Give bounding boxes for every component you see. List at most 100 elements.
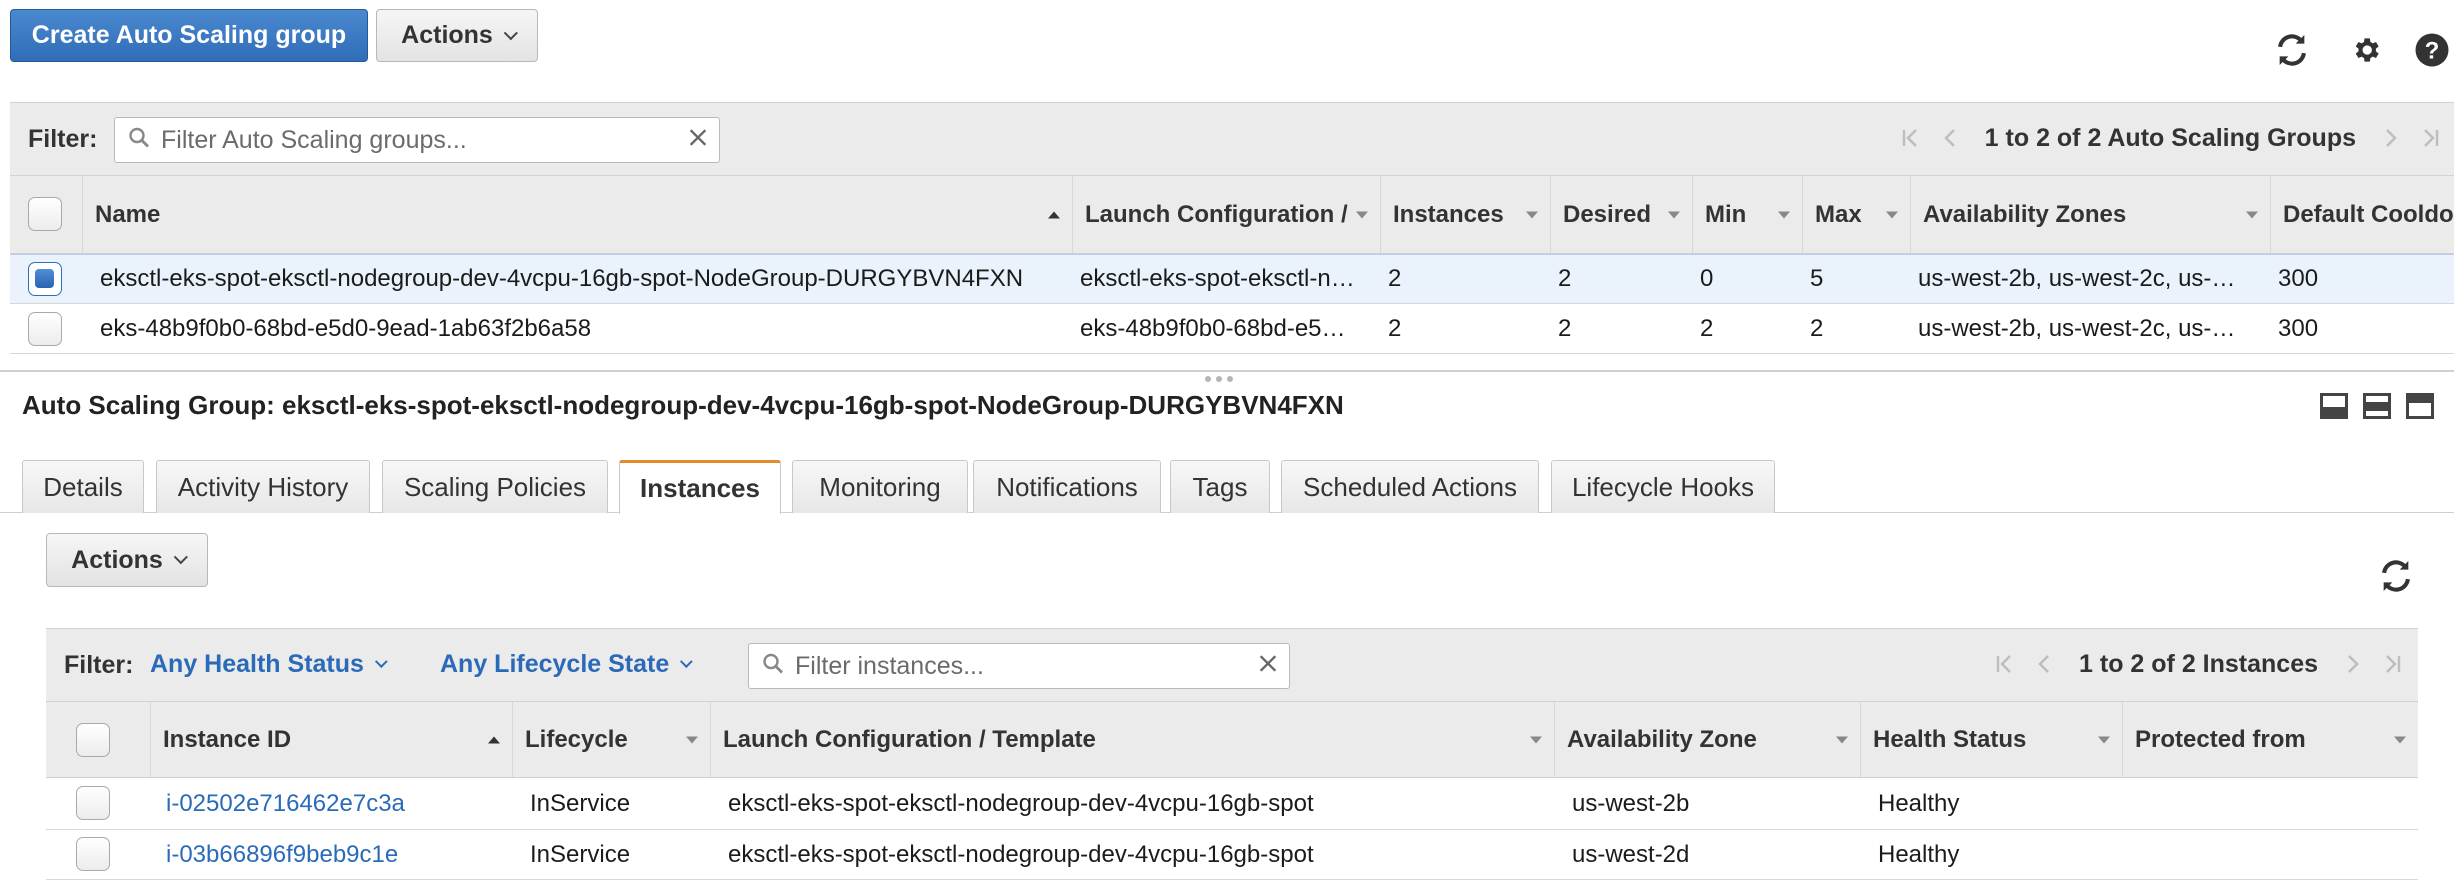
instance-filter-bar: Filter: Any Health Status Any Lifecycle …	[46, 628, 2418, 702]
tab-tags[interactable]: Tags	[1170, 460, 1270, 513]
launch-config-cell: eksctl-eks-spot-eksctl-n…	[1080, 265, 1355, 292]
chevron-down-icon	[374, 655, 388, 669]
clear-search-icon[interactable]	[1257, 653, 1279, 680]
column-header-max[interactable]: Max	[1802, 176, 1910, 253]
sort-icon	[1886, 211, 1898, 218]
column-header-availability-zone[interactable]: Availability Zone	[1554, 702, 1860, 777]
next-page-icon[interactable]	[2376, 123, 2406, 153]
tab-activity-history[interactable]: Activity History	[156, 460, 370, 513]
sort-icon	[1530, 736, 1542, 743]
desired-cell: 2	[1558, 314, 1572, 342]
instance-pager: 1 to 2 of 2 Instances	[1989, 649, 2408, 679]
first-page-icon[interactable]	[1989, 649, 2019, 679]
sort-icon	[1668, 211, 1680, 218]
lifecycle-state-dropdown[interactable]: Any Lifecycle State	[440, 650, 693, 679]
row-checkbox[interactable]	[76, 786, 110, 820]
instance-id-link[interactable]: i-03b66896f9beb9c1e	[166, 830, 506, 879]
tab-scaling-policies[interactable]: Scaling Policies	[382, 460, 608, 513]
row-checkbox[interactable]	[76, 837, 110, 871]
search-icon	[127, 126, 151, 155]
column-header-launch-template[interactable]: Launch Configuration / Template	[710, 702, 1554, 777]
tab-monitoring[interactable]: Monitoring	[792, 460, 968, 513]
desired-cell: 2	[1558, 265, 1572, 292]
layout-bottom-icon[interactable]	[2320, 393, 2348, 419]
tab-notifications[interactable]: Notifications	[973, 460, 1161, 513]
chevron-down-icon	[680, 655, 693, 669]
layout-top-icon[interactable]	[2406, 393, 2434, 419]
launch-template-cell: eksctl-eks-spot-eksctl-nodegroup-dev-4vc…	[728, 789, 1314, 817]
help-icon[interactable]: ?	[2412, 30, 2452, 70]
row-checkbox[interactable]	[28, 312, 62, 346]
min-cell: 2	[1700, 314, 1714, 342]
sort-asc-icon	[488, 736, 500, 743]
last-page-icon[interactable]	[2378, 649, 2408, 679]
asg-pager: 1 to 2 of 2 Auto Scaling Groups	[1895, 123, 2446, 153]
protected-from-cell	[2140, 830, 2410, 879]
clear-search-icon[interactable]	[687, 127, 709, 154]
actions-button-label: Actions	[401, 21, 493, 49]
instances-cell: 2	[1388, 314, 1402, 342]
select-all-instances-checkbox[interactable]	[76, 723, 110, 757]
availability-zone-cell: us-west-2d	[1572, 840, 1690, 868]
table-row[interactable]: eks-48b9f0b0-68bd-e5d0-9ead-1ab63f2b6a58…	[10, 304, 2454, 354]
splitter-handle[interactable]	[1205, 376, 1233, 382]
last-page-icon[interactable]	[2416, 123, 2446, 153]
zones-cell: us-west-2b, us-west-2c, us-…	[1918, 265, 2236, 292]
refresh-icon[interactable]	[2272, 30, 2312, 70]
column-header-availability-zones[interactable]: Availability Zones	[1910, 176, 2270, 253]
prev-page-icon[interactable]	[1935, 123, 1965, 153]
sort-icon	[2394, 736, 2406, 743]
detail-pane-title: Auto Scaling Group: eksctl-eks-spot-eksc…	[22, 390, 1344, 420]
asg-name-cell: eksctl-eks-spot-eksctl-nodegroup-dev-4vc…	[100, 265, 1024, 292]
layout-middle-icon[interactable]	[2363, 393, 2391, 419]
table-row[interactable]: i-03b66896f9beb9c1e InService eksctl-eks…	[46, 830, 2418, 880]
sort-icon	[1778, 211, 1790, 218]
column-header-name[interactable]: Name	[82, 176, 1072, 253]
instance-id-link[interactable]: i-02502e716462e7c3a	[166, 778, 506, 829]
launch-config-cell: eks-48b9f0b0-68bd-e5…	[1080, 314, 1346, 342]
actions-dropdown-button[interactable]: Actions	[376, 9, 538, 62]
column-header-instance-id[interactable]: Instance ID	[150, 702, 512, 777]
column-header-protected-from[interactable]: Protected from	[2122, 702, 2418, 777]
asg-pager-text: 1 to 2 of 2 Auto Scaling Groups	[1984, 123, 2356, 152]
column-header-desired[interactable]: Desired	[1550, 176, 1692, 253]
column-header-default-cooldown[interactable]: Default Cooldo	[2270, 176, 2454, 253]
tab-instances[interactable]: Instances	[619, 460, 781, 514]
prev-page-icon[interactable]	[2029, 649, 2059, 679]
search-icon	[761, 652, 785, 681]
min-cell: 0	[1700, 265, 1714, 292]
column-header-launch-config[interactable]: Launch Configuration /	[1072, 176, 1380, 253]
max-cell: 5	[1810, 265, 1824, 292]
tab-details[interactable]: Details	[22, 460, 144, 513]
select-all-checkbox[interactable]	[28, 197, 62, 231]
asg-filter-label: Filter:	[28, 125, 98, 153]
instance-actions-dropdown-button[interactable]: Actions	[46, 533, 208, 587]
pane-divider[interactable]	[0, 370, 2454, 372]
asg-name-cell: eks-48b9f0b0-68bd-e5d0-9ead-1ab63f2b6a58	[100, 314, 592, 342]
svg-text:?: ?	[2425, 37, 2440, 64]
instance-search-input[interactable]	[795, 644, 1227, 688]
first-page-icon[interactable]	[1895, 123, 1925, 153]
tab-lifecycle-hooks[interactable]: Lifecycle Hooks	[1551, 460, 1775, 513]
column-header-health-status[interactable]: Health Status	[1860, 702, 2122, 777]
column-header-min[interactable]: Min	[1692, 176, 1802, 253]
table-row[interactable]: i-02502e716462e7c3a InService eksctl-eks…	[46, 778, 2418, 830]
gear-icon[interactable]	[2346, 30, 2386, 70]
column-header-lifecycle[interactable]: Lifecycle	[512, 702, 710, 777]
next-page-icon[interactable]	[2338, 649, 2368, 679]
create-auto-scaling-group-button[interactable]: Create Auto Scaling group	[10, 9, 368, 62]
refresh-instances-icon[interactable]	[2376, 556, 2416, 596]
asg-search-input[interactable]	[161, 118, 645, 162]
sort-icon	[686, 736, 698, 743]
health-status-dropdown[interactable]: Any Health Status	[150, 650, 388, 679]
column-header-instances[interactable]: Instances	[1380, 176, 1550, 253]
asg-table-header: Name Launch Configuration / Instances De…	[10, 176, 2454, 254]
table-row[interactable]: eksctl-eks-spot-eksctl-nodegroup-dev-4vc…	[10, 254, 2454, 304]
tab-scheduled-actions[interactable]: Scheduled Actions	[1281, 460, 1539, 513]
availability-zone-cell: us-west-2b	[1572, 789, 1690, 817]
row-checkbox[interactable]	[28, 262, 62, 296]
cooldown-cell: 300	[2278, 265, 2319, 292]
sort-asc-icon	[1048, 211, 1060, 218]
sort-icon	[2246, 211, 2258, 218]
asg-filter-bar: Filter: 1 to 2 of 2 Auto Scaling Groups	[10, 102, 2454, 176]
